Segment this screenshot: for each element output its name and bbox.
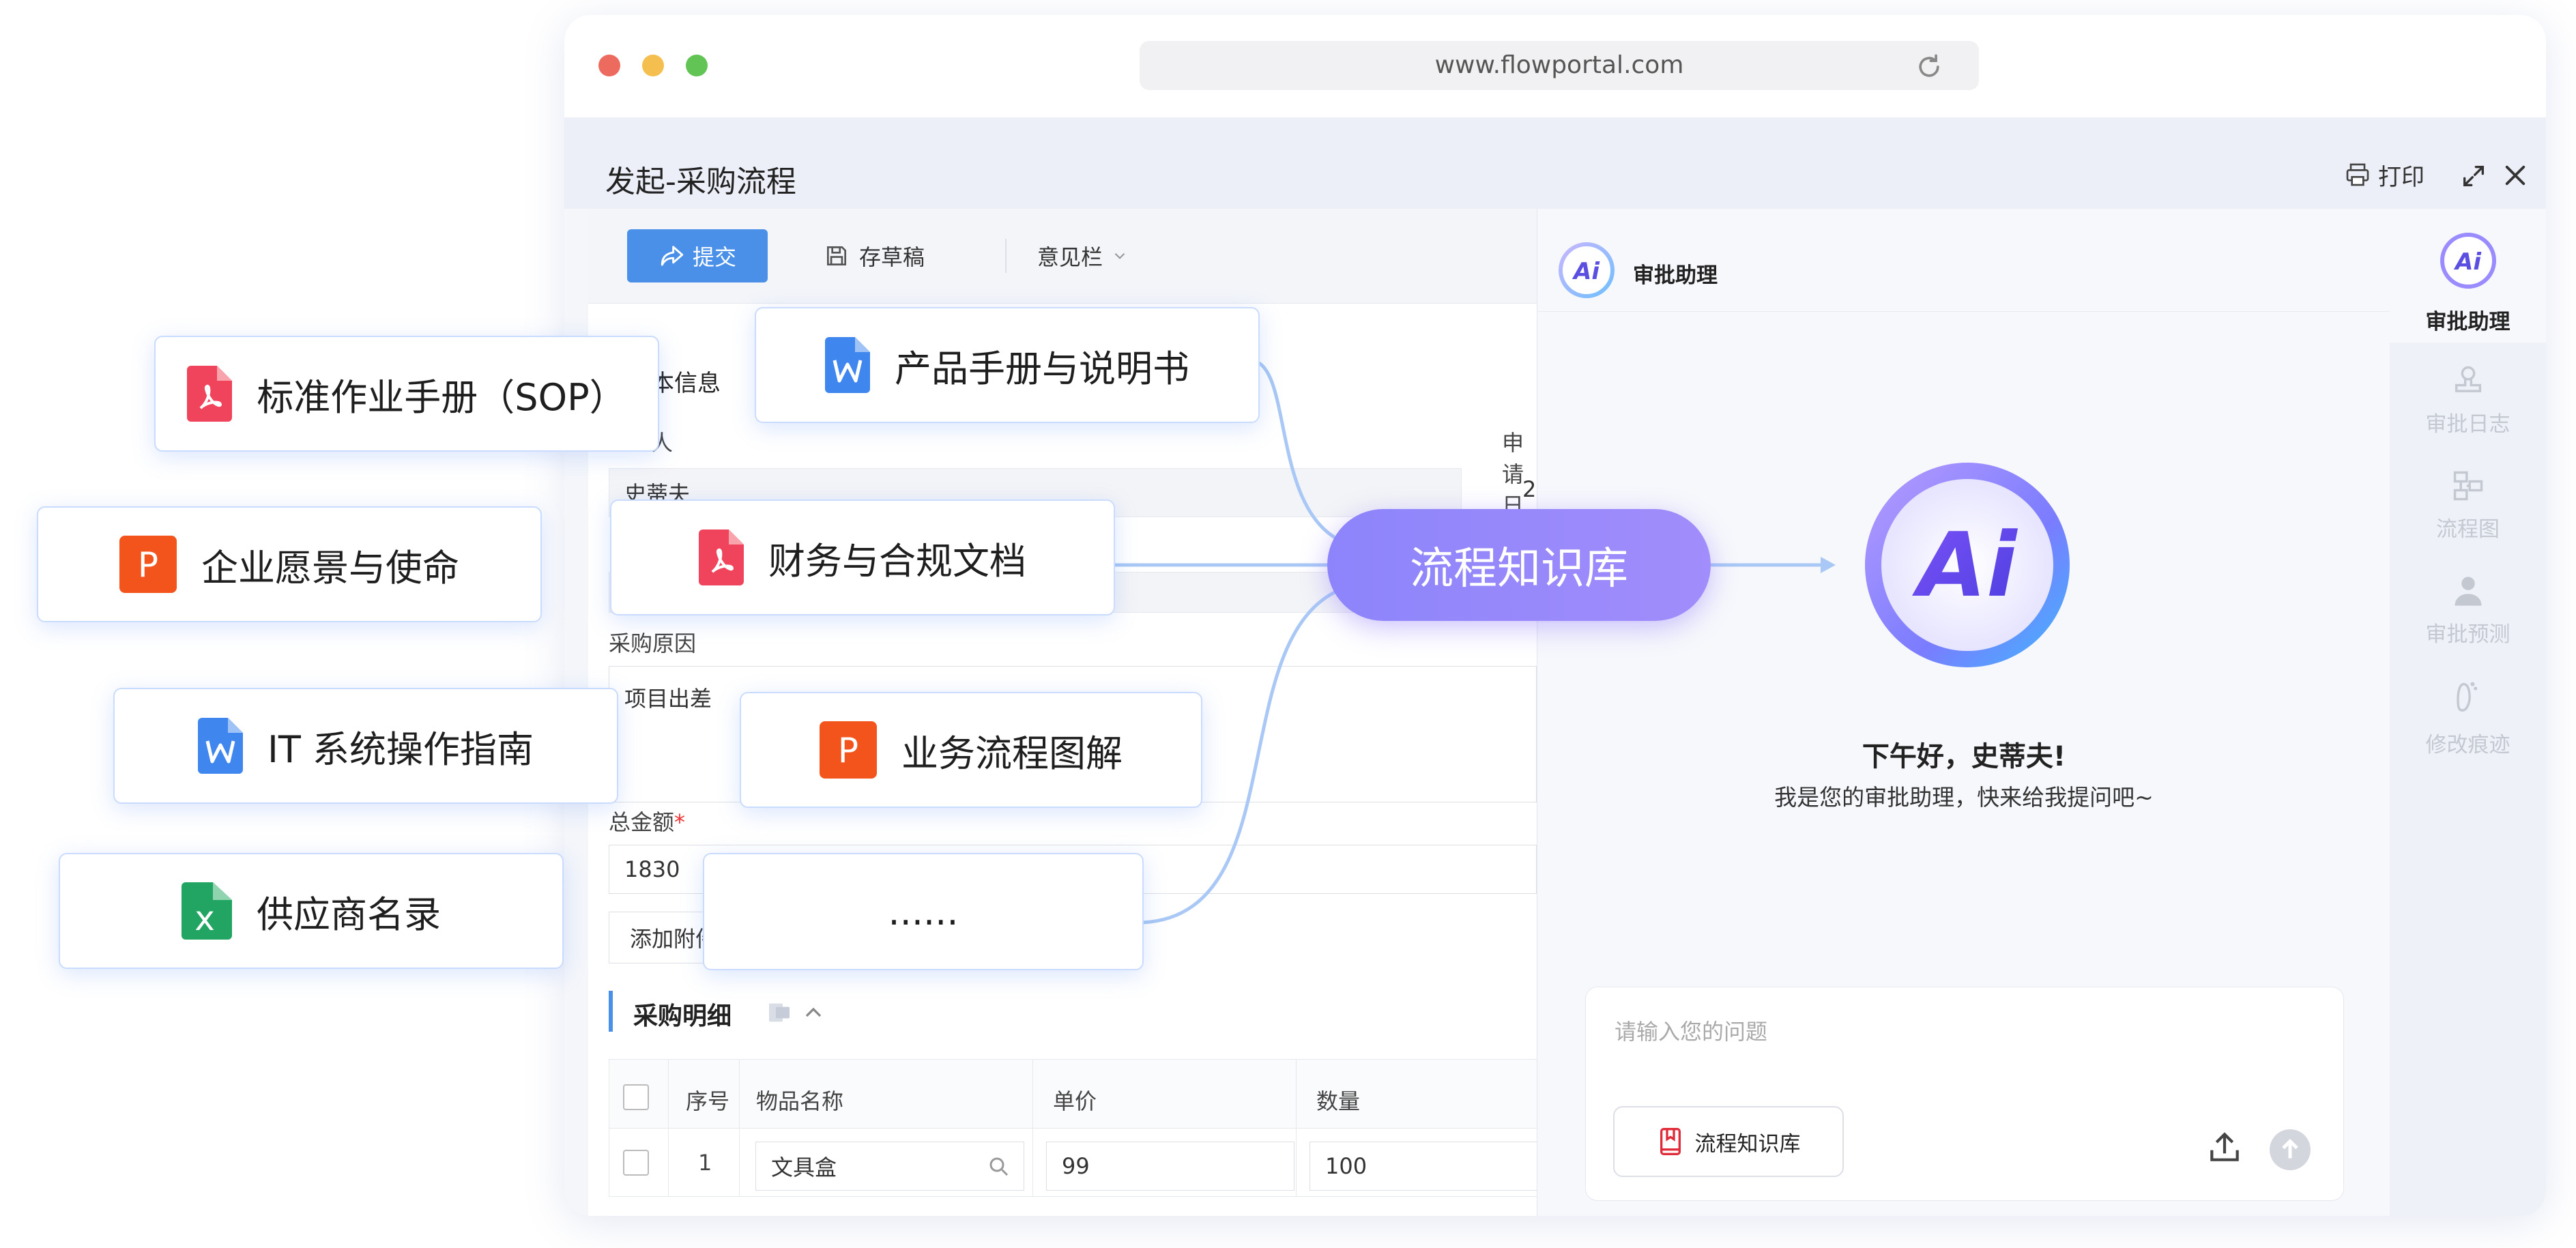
- doc-card-it-guide-label: IT 系统操作指南: [267, 727, 534, 771]
- knowledge-base-node-label: 流程知识库: [1410, 544, 1628, 594]
- doc-card-product-manual-label: 产品手册与说明书: [895, 347, 1189, 390]
- connector-lines: [1115, 361, 1836, 925]
- doc-card-suppliers-label: 供应商名录: [257, 893, 441, 936]
- doc-card-more-label: ......: [888, 890, 959, 933]
- doc-card-more: ......: [703, 853, 1144, 970]
- pdf-icon: [699, 529, 744, 585]
- ppt-letter: P: [838, 731, 858, 770]
- pdf-icon: [187, 366, 233, 422]
- doc-card-process: P 业务流程图解: [740, 692, 1202, 808]
- ppt-icon: P: [820, 721, 877, 779]
- doc-card-finance: 财务与合规文档: [610, 499, 1115, 615]
- word-icon: [197, 718, 243, 774]
- doc-card-it-guide: IT 系统操作指南: [113, 688, 618, 804]
- doc-card-suppliers: x 供应商名录: [59, 853, 564, 969]
- ppt-letter: P: [138, 545, 158, 585]
- knowledge-base-node: 流程知识库: [1327, 509, 1711, 621]
- doc-card-sop-label: 标准作业手册（SOP）: [257, 375, 626, 419]
- doc-card-vision: P 企业愿景与使命: [37, 506, 542, 622]
- excel-letter: x: [194, 899, 215, 938]
- doc-card-product-manual: 产品手册与说明书: [755, 307, 1260, 423]
- doc-card-finance-label: 财务与合规文档: [768, 539, 1026, 583]
- doc-card-vision-label: 企业愿景与使命: [201, 546, 459, 590]
- ppt-icon: P: [119, 536, 177, 593]
- excel-icon: x: [182, 882, 232, 940]
- doc-card-process-label: 业务流程图解: [901, 731, 1123, 775]
- doc-card-sop: 标准作业手册（SOP）: [154, 336, 659, 452]
- word-icon: [825, 337, 870, 393]
